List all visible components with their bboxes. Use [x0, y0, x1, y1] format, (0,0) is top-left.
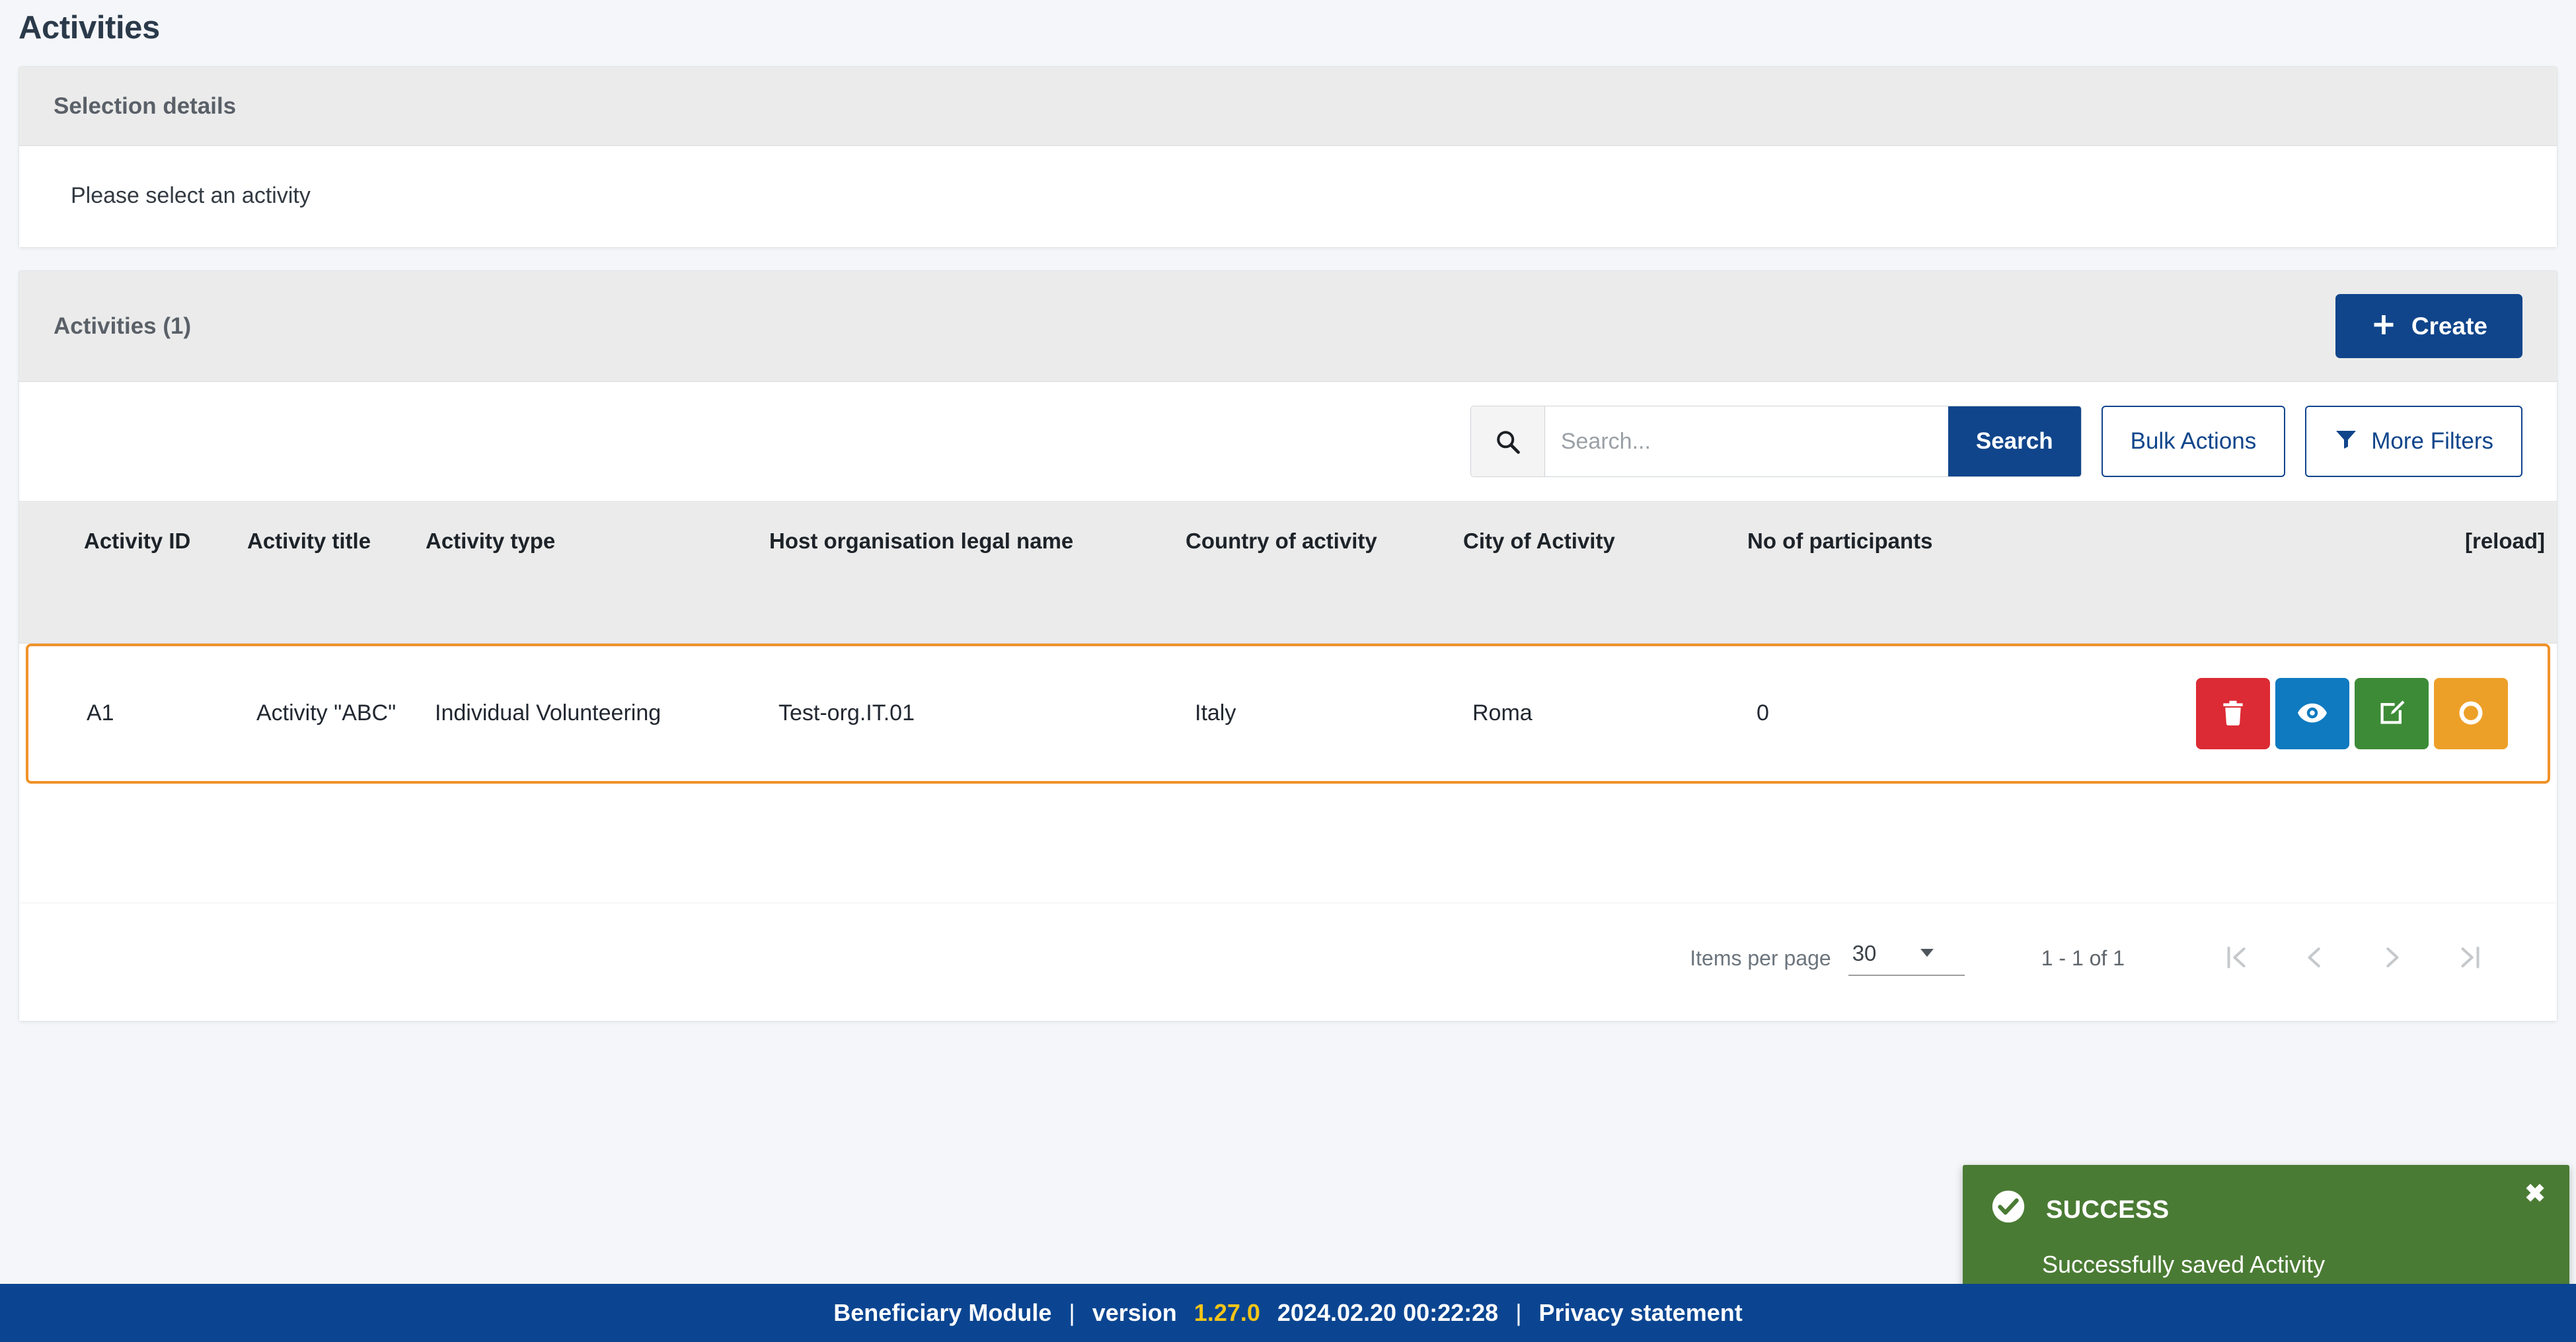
selection-details-title: Selection details: [54, 93, 237, 119]
plus-icon: [2370, 312, 2397, 340]
cell-participants: 0: [1757, 700, 1769, 726]
footer-separator-1: |: [1069, 1299, 1075, 1326]
toast-message: Successfully saved Activity: [2042, 1251, 2326, 1278]
view-button[interactable]: [2275, 678, 2349, 749]
cell-city: Roma: [1472, 700, 1533, 726]
cell-host-organisation: Test-org.IT.01: [778, 700, 915, 726]
column-header-city[interactable]: City of Activity: [1463, 527, 1747, 556]
selection-details-card: Selection details Please select an activ…: [19, 66, 2557, 248]
chevron-down-icon: [1916, 941, 1938, 967]
table-spacer: [19, 784, 2557, 903]
selection-details-header: Selection details: [19, 67, 2557, 146]
bulk-actions-label: Bulk Actions: [2130, 428, 2257, 454]
column-header-participants[interactable]: No of participants: [1747, 527, 2091, 556]
toast-header: SUCCESS: [1989, 1187, 2543, 1232]
items-per-page-value: 30: [1852, 941, 1877, 965]
items-per-page-label: Items per page: [1690, 946, 1831, 970]
column-header-activity-id[interactable]: Activity ID: [19, 527, 247, 556]
privacy-statement-link[interactable]: Privacy statement: [1539, 1299, 1743, 1327]
items-per-page-select[interactable]: 30: [1848, 941, 1965, 976]
last-page-icon: [2455, 942, 2485, 975]
table-header-row: Activity ID Activity title Activity type…: [19, 502, 2557, 644]
activities-header: Activities (1) Create: [19, 271, 2557, 382]
more-filters-button[interactable]: More Filters: [2305, 406, 2522, 477]
last-page-button[interactable]: [2431, 922, 2509, 994]
footer-version-label: version: [1092, 1299, 1177, 1326]
previous-page-button[interactable]: [2275, 922, 2353, 994]
next-page-icon: [2377, 942, 2407, 975]
column-header-activity-type[interactable]: Activity type: [426, 527, 769, 556]
next-page-button[interactable]: [2353, 922, 2431, 994]
cell-activity-type: Individual Volunteering: [435, 700, 662, 726]
circle-icon: [2456, 698, 2486, 730]
cell-activity-title: Activity "ABC": [256, 700, 397, 726]
search-group: Search: [1470, 406, 2082, 477]
column-header-activity-title[interactable]: Activity title: [247, 527, 426, 556]
cell-activity-id: A1: [87, 700, 114, 726]
trash-icon: [2218, 698, 2248, 729]
column-header-host-organisation[interactable]: Host organisation legal name: [769, 527, 1186, 556]
footer-timestamp: 2024.02.20 00:22:28: [1277, 1299, 1499, 1326]
close-icon[interactable]: ✖: [2520, 1181, 2550, 1207]
reload-link[interactable]: [reload]: [2091, 527, 2557, 556]
column-header-country[interactable]: Country of activity: [1186, 527, 1463, 556]
selection-details-body: Please select an activity: [19, 146, 2557, 247]
search-input[interactable]: [1544, 406, 1948, 476]
activities-card: Activities (1) Create Search Bulk Action…: [19, 270, 2557, 1022]
eye-icon: [2296, 697, 2328, 731]
cell-country: Italy: [1195, 700, 1236, 726]
search-button[interactable]: Search: [1948, 406, 2081, 476]
edit-button[interactable]: [2355, 678, 2429, 749]
create-button[interactable]: Create: [2335, 293, 2522, 359]
check-circle-icon: [1989, 1187, 2027, 1232]
footer-separator-2: |: [1515, 1299, 1522, 1326]
pagination-range: 1 - 1 of 1: [2041, 946, 2125, 970]
search-icon: [1470, 406, 1545, 476]
table-row[interactable]: A1 Activity "ABC" Individual Volunteerin…: [26, 644, 2550, 784]
create-button-label: Create: [2411, 313, 2487, 340]
more-filters-label: More Filters: [2371, 428, 2493, 454]
activities-title: Activities (1): [54, 313, 192, 339]
pencil-square-icon: [2376, 698, 2407, 730]
first-page-icon: [2221, 942, 2252, 975]
footer-version: 1.27.0: [1193, 1299, 1260, 1326]
toast-title: SUCCESS: [2046, 1195, 2170, 1224]
status-button[interactable]: [2434, 678, 2508, 749]
funnel-icon: [2334, 427, 2358, 457]
page-title: Activities: [19, 10, 160, 46]
previous-page-icon: [2299, 942, 2330, 975]
first-page-button[interactable]: [2197, 922, 2275, 994]
bulk-actions-button[interactable]: Bulk Actions: [2101, 406, 2286, 477]
selection-details-message: Please select an activity: [71, 183, 311, 208]
row-actions: [2100, 678, 2548, 749]
paginator: Items per page 30 1 - 1 of 1: [19, 903, 2557, 1021]
footer-app-name: Beneficiary Module: [833, 1299, 1052, 1326]
site-footer: Beneficiary Module | version 1.27.0 2024…: [0, 1284, 2576, 1342]
table-toolbar: Search Bulk Actions More Filters: [19, 382, 2557, 502]
delete-button[interactable]: [2196, 678, 2270, 749]
